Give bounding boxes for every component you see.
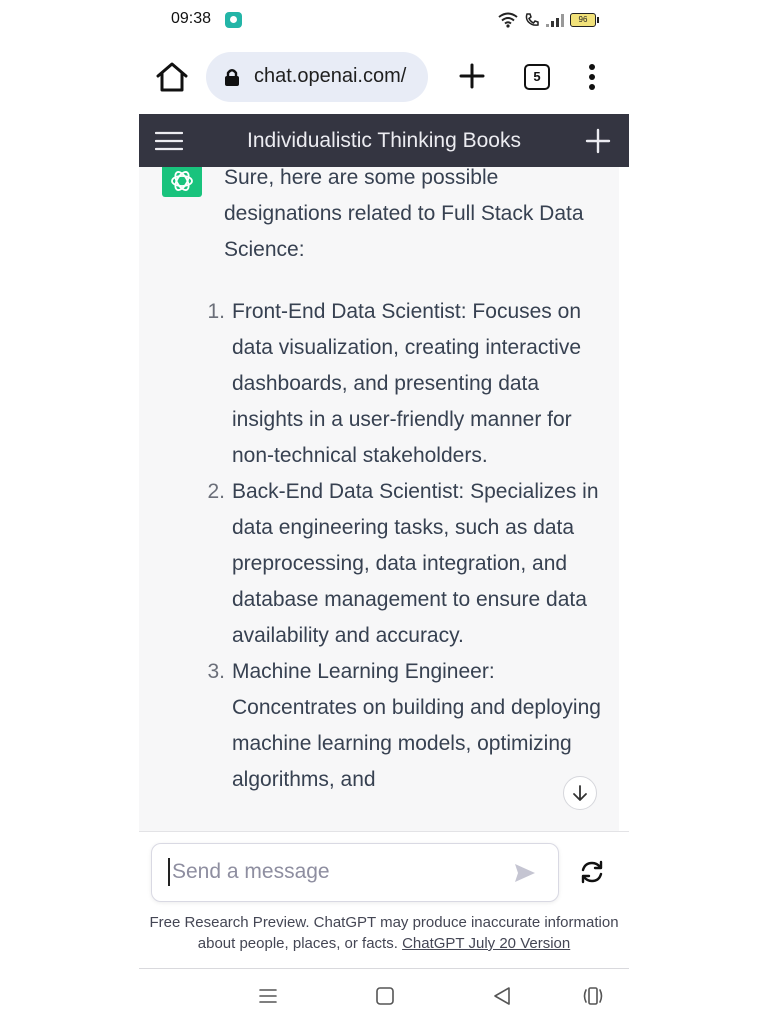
send-icon[interactable] (512, 860, 538, 886)
bottom-divider (139, 968, 629, 969)
lock-icon (225, 69, 239, 86)
notification-app-icon (225, 12, 242, 28)
list-item-text: Machine Learning Engineer: Concentrates … (232, 660, 601, 791)
call-wifi-icon (525, 13, 539, 26)
scroll-to-bottom-button[interactable] (563, 776, 597, 810)
arrow-down-icon (573, 785, 587, 801)
url-text: chat.openai.com/ (254, 65, 407, 87)
new-tab-icon[interactable] (458, 62, 486, 90)
kebab-menu-icon[interactable] (582, 62, 602, 92)
battery-icon: 96 (570, 13, 599, 27)
refresh-icon[interactable] (578, 858, 606, 886)
status-time: 09:38 (171, 10, 212, 27)
message-input[interactable] (168, 858, 492, 886)
home-square-icon[interactable] (373, 985, 397, 1007)
message-intro: Sure, here are some possible designation… (224, 167, 584, 261)
message-composer[interactable] (151, 843, 559, 902)
list-item: 2. Back-End Data Scientist: Specializes i… (207, 474, 604, 654)
status-icons: 96 (498, 10, 599, 30)
home-icon[interactable] (154, 59, 190, 95)
back-triangle-icon[interactable] (490, 985, 514, 1007)
composer-divider (139, 831, 629, 832)
assistant-icon[interactable] (581, 985, 605, 1007)
new-chat-icon[interactable] (585, 128, 611, 154)
chat-header: Individualistic Thinking Books (139, 114, 629, 167)
list-number: 3. (207, 660, 225, 683)
openai-logo-icon (171, 171, 193, 191)
assistant-message: Sure, here are some possible designation… (207, 167, 604, 798)
recents-icon[interactable] (256, 985, 280, 1007)
list-number: 1. (207, 300, 225, 323)
chat-title: Individualistic Thinking Books (247, 129, 521, 152)
list-item: 3. Machine Learning Engineer: Concentrate… (207, 654, 604, 798)
assistant-avatar (162, 167, 202, 197)
version-link[interactable]: ChatGPT July 20 Version (402, 935, 570, 952)
chat-right-margin (619, 167, 629, 831)
list-number: 2. (207, 480, 225, 503)
tabs-count-button[interactable]: 5 (524, 64, 550, 90)
list-item-text: Back-End Data Scientist: Specializes in … (232, 480, 599, 647)
signal-icon (546, 13, 564, 27)
designation-list: 1. Front-End Data Scientist: Focuses on d… (207, 294, 604, 798)
list-item-text: Front-End Data Scientist: Focuses on dat… (232, 300, 582, 467)
wifi-icon (498, 12, 518, 28)
list-item: 1. Front-End Data Scientist: Focuses on d… (207, 294, 604, 474)
disclaimer: Free Research Preview. ChatGPT may produ… (139, 912, 629, 954)
address-bar[interactable]: chat.openai.com/ (206, 52, 428, 102)
chat-messages[interactable]: Sure, here are some possible designation… (139, 167, 619, 831)
